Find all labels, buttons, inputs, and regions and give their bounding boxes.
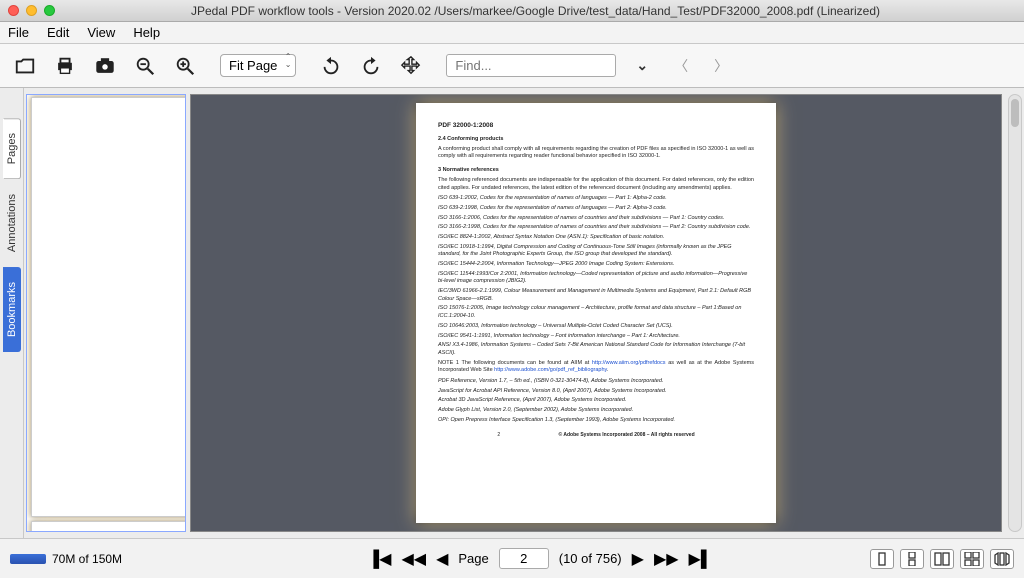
memory-indicator: 70M of 150M [10, 552, 210, 566]
section-2-4-para: A conforming product shall comply with a… [438, 146, 754, 161]
menu-edit[interactable]: Edit [47, 25, 69, 40]
close-window-button[interactable] [8, 5, 19, 16]
document-viewer[interactable]: PDF 32000-1:2008 2.4 Conforming products… [190, 94, 1002, 532]
reference-entry: JavaScript for Acrobat API Reference, Ve… [438, 388, 754, 396]
vertical-scrollbar[interactable] [1008, 94, 1022, 532]
zoom-window-button[interactable] [44, 5, 55, 16]
tab-annotations[interactable]: Annotations [3, 179, 21, 267]
tab-pages[interactable]: Pages [3, 118, 21, 179]
tab-bookmarks[interactable]: Bookmarks [3, 267, 21, 352]
reference-entry: IEC/3WD 61966-2.1:1999, Colour Measureme… [438, 288, 754, 303]
page-label: Page [458, 551, 488, 566]
view-mode-buttons [870, 549, 1014, 569]
reference-entry: ISO/IEC 11544:1993/Cor 2:2001, Informati… [438, 271, 754, 286]
facing-continuous-view-button[interactable] [960, 549, 984, 569]
page-icon [31, 521, 185, 532]
reference-entry: Acrobat 3D JavaScript Reference, (April … [438, 397, 754, 405]
rotate-left-button[interactable] [318, 53, 344, 79]
forward-button[interactable]: ▶▶ [654, 549, 679, 569]
find-next-button[interactable]: 〉 [708, 56, 734, 76]
prev-page-button[interactable]: ◀ [436, 549, 448, 569]
page-footer: 2 © Adobe Systems Incorporated 2008 – Al… [438, 432, 754, 439]
single-page-view-button[interactable] [870, 549, 894, 569]
window-title: JPedal PDF workflow tools - Version 2020… [55, 4, 1016, 18]
page-content: PDF 32000-1:2008 2.4 Conforming products… [416, 103, 776, 523]
print-button[interactable] [52, 53, 78, 79]
reference-entry: ISO 639-2:1998, Codes for the representa… [438, 205, 754, 213]
note-1: NOTE 1 The following documents can be fo… [438, 360, 754, 375]
rotate-right-button[interactable] [358, 53, 384, 79]
zoom-in-button[interactable] [172, 53, 198, 79]
section-2-4: 2.4 Conforming products [438, 136, 754, 144]
memory-bar [10, 554, 46, 564]
reference-entry: ISO 3166-1:2006, Codes for the represent… [438, 215, 754, 223]
menu-bar: File Edit View Help [0, 22, 1024, 44]
zoom-out-button[interactable] [132, 53, 158, 79]
toolbar: Fit Page ⌄ 〈 〉 [0, 44, 1024, 88]
snapshot-button[interactable] [92, 53, 118, 79]
reference-entry: Adobe Glyph List, Version 2.0, (Septembe… [438, 407, 754, 415]
window-titlebar: JPedal PDF workflow tools - Version 2020… [0, 0, 1024, 22]
facing-view-button[interactable] [930, 549, 954, 569]
doc-header: PDF 32000-1:2008 [438, 121, 754, 130]
reference-entry: PDF Reference, Version 1.7, – 5th ed., (… [438, 378, 754, 386]
reference-entry: ISO 15076-1:2005, Image technology colou… [438, 305, 754, 320]
bookmark-item[interactable]: Contents Page [27, 519, 185, 532]
last-page-button[interactable]: ▶▌ [689, 549, 713, 569]
find-input[interactable] [446, 54, 616, 77]
page-total: (10 of 756) [559, 551, 622, 566]
reference-entry: ISO/IEC 10918-1:1994, Digital Compressio… [438, 244, 754, 259]
menu-view[interactable]: View [87, 25, 115, 40]
pageflow-view-button[interactable] [990, 549, 1014, 569]
continuous-view-button[interactable] [900, 549, 924, 569]
section-3: 3 Normative references [438, 167, 754, 175]
reference-entry: OPI: Open Prepress Interface Specificati… [438, 417, 754, 425]
menu-file[interactable]: File [8, 25, 29, 40]
bookmark-item[interactable]: Document manage [27, 95, 185, 519]
page-navigation: ▐◀ ◀◀ ◀ Page (10 of 756) ▶ ▶▶ ▶▌ [220, 548, 860, 569]
page-icon [31, 97, 185, 517]
reference-entry: ISO 639-1:2002, Codes for the representa… [438, 195, 754, 203]
section-3-para: The following referenced documents are i… [438, 177, 754, 192]
minimize-window-button[interactable] [26, 5, 37, 16]
reference-entry: ISO/IEC 8824-1:2002, Abstract Syntax Not… [438, 234, 754, 242]
rewind-button[interactable]: ◀◀ [401, 549, 426, 569]
next-page-button[interactable]: ▶ [632, 549, 644, 569]
memory-text: 70M of 150M [52, 552, 122, 566]
reference-entry: ISO/IEC 15444-2:2004, Information Techno… [438, 261, 754, 269]
open-file-button[interactable] [12, 53, 38, 79]
reference-entry: ISO 3166-2:1998, Codes for the represent… [438, 224, 754, 232]
find-prev-button[interactable]: 〈 [668, 56, 694, 76]
reference-entry: ISO/IEC 9541-1:1991, Information technol… [438, 333, 754, 341]
first-page-button[interactable]: ▐◀ [368, 549, 392, 569]
reference-entry: ANSI X3.4-1986, Information Systems – Co… [438, 342, 754, 357]
status-bar: 70M of 150M ▐◀ ◀◀ ◀ Page (10 of 756) ▶ ▶… [0, 538, 1024, 578]
zoom-mode-select[interactable]: Fit Page [220, 54, 296, 77]
menu-help[interactable]: Help [133, 25, 160, 40]
bookmarks-panel: Document manageContents PageForewordIntr… [26, 94, 186, 532]
find-dropdown-icon[interactable]: ⌄ [630, 57, 654, 74]
pan-button[interactable] [398, 53, 424, 79]
page-number-input[interactable] [499, 548, 549, 569]
reference-entry: ISO 10646:2003, Information technology –… [438, 323, 754, 331]
side-tabs: Pages Annotations Bookmarks [0, 88, 24, 538]
